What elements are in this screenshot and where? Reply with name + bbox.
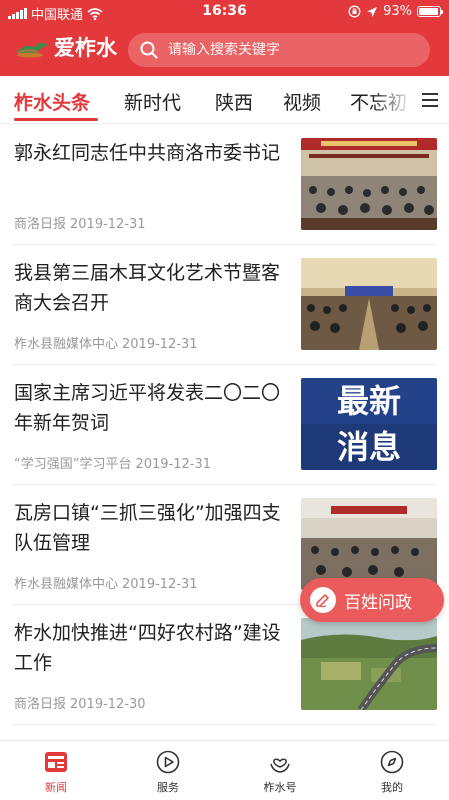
news-meta: “学习强国”学习平台 2019-12-31	[14, 453, 211, 472]
orientation-lock-icon	[348, 5, 361, 18]
public-inquiry-label: 百姓问政	[344, 592, 412, 613]
location-arrow-icon	[367, 6, 378, 17]
edit-icon	[310, 587, 336, 613]
tab-video[interactable]: 视频	[283, 88, 321, 115]
logo-mark-icon	[16, 42, 48, 58]
news-thumbnail	[301, 498, 437, 590]
news-thumbnail	[301, 138, 437, 230]
compass-icon	[380, 750, 404, 774]
news-source: 柞水县融媒体中心	[14, 577, 119, 592]
news-title: 郭永红同志任中共商洛市委书记	[14, 142, 281, 164]
app-name: 爱柞水	[54, 35, 117, 60]
nav-news-label: 新闻	[45, 781, 67, 794]
nav-zhashui-account-label: 柞水号	[263, 781, 297, 794]
nav-services-label: 服务	[157, 781, 179, 794]
active-tab-indicator	[14, 118, 98, 121]
nav-services[interactable]: 服务	[128, 749, 208, 795]
news-source: 商洛日报	[14, 217, 67, 232]
nav-mine-label: 我的	[381, 781, 403, 794]
news-meta: 柞水县融媒体中心 2019-12-31	[14, 333, 198, 352]
battery-icon	[417, 6, 443, 17]
nav-mine[interactable]: 我的	[352, 749, 432, 795]
news-meta: 商洛日报 2019-12-31	[14, 213, 146, 232]
status-bar: 中国联通 16:36 93%	[0, 0, 449, 24]
bottom-nav: 新闻 服务 柞水号 我的	[0, 740, 449, 800]
news-meta: 柞水县融媒体中心 2019-12-31	[14, 573, 198, 592]
news-thumbnail: 最新 消息	[301, 378, 437, 470]
channel-tabs: 柞水头条 新时代 陕西 视频 不忘初	[0, 76, 449, 124]
news-item[interactable]: 我县第三届木耳文化艺术节暨客商大会召开 柞水县融媒体中心 2019-12-31	[12, 245, 437, 365]
news-item[interactable]: 国家主席习近平将发表二〇二〇年新年贺词 “学习强国”学习平台 2019-12-31…	[12, 365, 437, 485]
nav-news[interactable]: 新闻	[16, 749, 96, 795]
tab-fade	[373, 76, 413, 123]
search-box[interactable]	[128, 33, 430, 67]
news-date: 2019-12-31	[135, 457, 212, 472]
news-thumbnail	[301, 258, 437, 350]
news-icon	[45, 752, 67, 772]
heart-hand-icon	[270, 758, 290, 773]
news-title: 我县第三届木耳文化艺术节暨客商大会召开	[14, 262, 281, 314]
news-item[interactable]: 郭永红同志任中共商洛市委书记 商洛日报 2019-12-31	[12, 125, 437, 245]
tab-new-era[interactable]: 新时代	[124, 88, 181, 115]
news-thumbnail	[301, 618, 437, 710]
app-logo[interactable]: 爱柞水	[14, 32, 117, 62]
public-inquiry-button[interactable]: 百姓问政	[300, 578, 444, 622]
news-date: 2019-12-31	[70, 217, 146, 232]
news-source: 柞水县融媒体中心	[14, 337, 119, 352]
search-input[interactable]	[168, 42, 408, 58]
play-circle-icon	[156, 750, 180, 774]
thumbnail-text-news: 消息	[337, 428, 401, 466]
menu-icon	[422, 92, 438, 107]
news-meta: 商洛日报 2019-12-30	[14, 693, 146, 712]
tab-headlines[interactable]: 柞水头条	[14, 88, 90, 115]
news-source: 商洛日报	[14, 697, 67, 712]
news-date: 2019-12-31	[122, 577, 198, 592]
news-title: 国家主席习近平将发表二〇二〇年新年贺词	[14, 382, 281, 434]
news-list: 郭永红同志任中共商洛市委书记 商洛日报 2019-12-31 我县第三届木耳文化艺…	[0, 125, 449, 725]
channel-menu-button[interactable]	[411, 76, 449, 123]
thumbnail-text-latest: 最新	[337, 382, 401, 420]
news-source: “学习强国”学习平台	[14, 457, 132, 472]
news-date: 2019-12-31	[122, 337, 198, 352]
news-title: 瓦房口镇“三抓三强化”加强四支队伍管理	[14, 502, 281, 554]
search-icon	[140, 41, 158, 59]
news-date: 2019-12-30	[70, 697, 146, 712]
nav-zhashui-account[interactable]: 柞水号	[240, 749, 320, 795]
news-title: 柞水加快推进“四好农村路”建设工作	[14, 622, 281, 674]
tab-shaanxi[interactable]: 陕西	[215, 88, 253, 115]
app-header: 爱柞水	[0, 24, 449, 76]
battery-percent: 93%	[383, 4, 412, 19]
news-item[interactable]: 柞水加快推进“四好农村路”建设工作 商洛日报 2019-12-30	[12, 605, 437, 725]
